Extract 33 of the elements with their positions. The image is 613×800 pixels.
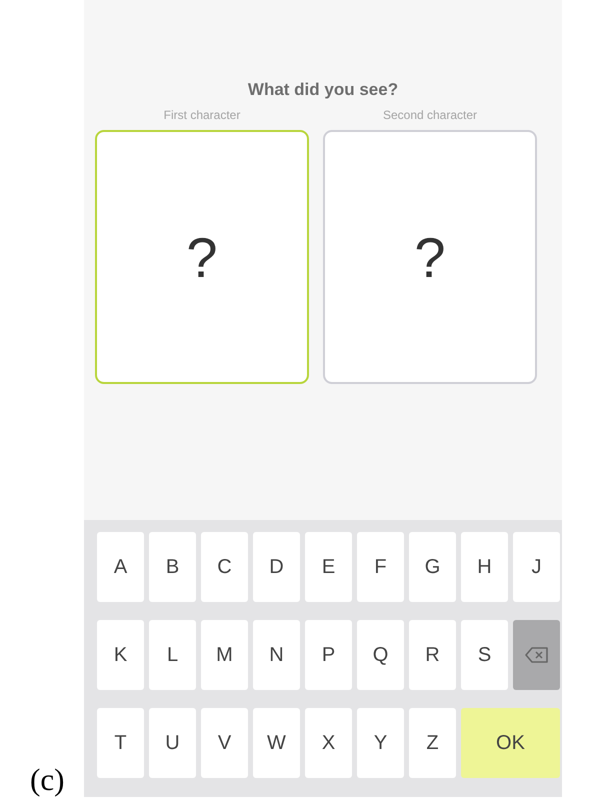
key[interactable]: X	[305, 708, 352, 778]
key[interactable]: M	[201, 620, 248, 690]
key[interactable]: L	[149, 620, 196, 690]
character-slot[interactable]: ?	[95, 130, 309, 384]
backspace-icon	[524, 646, 550, 664]
key[interactable]: Q	[357, 620, 404, 690]
character-slot[interactable]: ?	[323, 130, 537, 384]
key[interactable]: Z	[409, 708, 456, 778]
key[interactable]: P	[305, 620, 352, 690]
key[interactable]: T	[97, 708, 144, 778]
ok-key[interactable]: OK	[461, 708, 560, 778]
slot-label: First character	[164, 108, 240, 122]
key[interactable]: A	[97, 532, 144, 602]
key[interactable]: K	[97, 620, 144, 690]
key[interactable]: Y	[357, 708, 404, 778]
key[interactable]: U	[149, 708, 196, 778]
slot-label: Second character	[382, 108, 478, 122]
key[interactable]: N	[253, 620, 300, 690]
backspace-key[interactable]	[513, 620, 560, 690]
key[interactable]: J	[513, 532, 560, 602]
key[interactable]: E	[305, 532, 352, 602]
key[interactable]: C	[201, 532, 248, 602]
key[interactable]: D	[253, 532, 300, 602]
key[interactable]: V	[201, 708, 248, 778]
key[interactable]: G	[409, 532, 456, 602]
key[interactable]: B	[149, 532, 196, 602]
key[interactable]: H	[461, 532, 508, 602]
key[interactable]: R	[409, 620, 456, 690]
key[interactable]: S	[461, 620, 508, 690]
key[interactable]: F	[357, 532, 404, 602]
key[interactable]: W	[253, 708, 300, 778]
prompt-title: What did you see?	[248, 80, 398, 100]
figure-caption: (c)	[29, 764, 66, 795]
